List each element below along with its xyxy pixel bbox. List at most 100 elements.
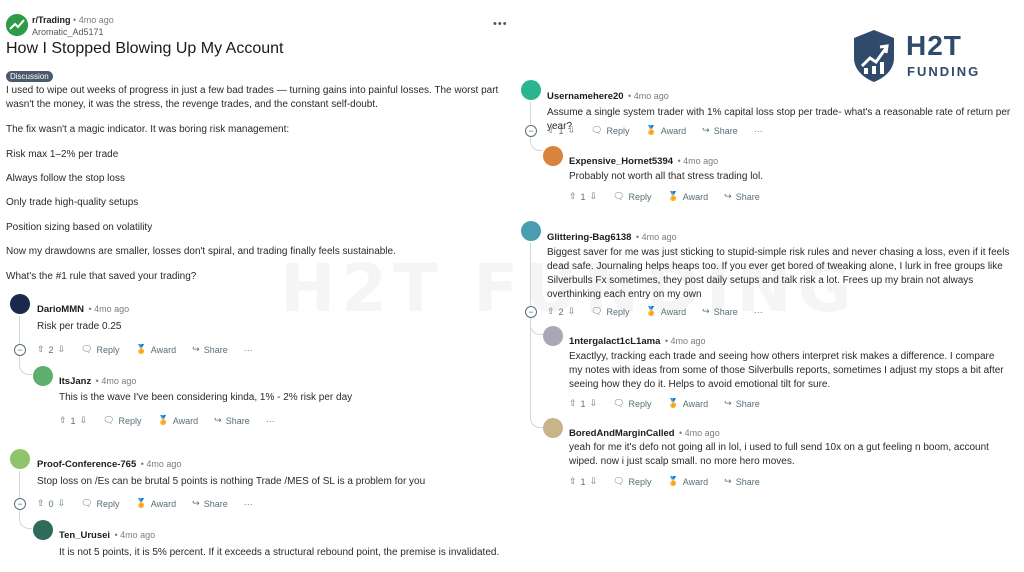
downvote-icon[interactable]: ⇩ [590,191,598,202]
vote-count: 2 [48,344,54,355]
comment-time: 4mo ago [684,428,720,438]
award-button[interactable]: 🏅 Award [136,344,177,355]
comment-author[interactable]: ItsJanz [59,376,91,387]
upvote-icon[interactable]: ⇧ [59,415,67,426]
upvote-icon[interactable]: ⇧ [37,344,45,355]
reply-button[interactable]: 🗨 Reply [591,306,629,317]
reply-button[interactable]: 🗨 Reply [81,498,119,509]
avatar[interactable] [543,146,563,166]
reply-button[interactable]: 🗨 Reply [103,415,141,426]
award-button[interactable]: 🏅 Award [646,125,687,136]
downvote-icon[interactable]: ⇩ [568,125,576,136]
post-author[interactable]: Aromatic_Ad5171 [32,27,104,37]
collapse-icon[interactable]: − [525,306,537,318]
share-button[interactable]: ↪ Share [192,498,228,509]
subreddit-name[interactable]: r/Trading [32,15,71,25]
share-icon: ↪ [192,498,200,508]
more-icon[interactable]: ••• [493,18,508,30]
comment-time: 4mo ago [641,232,677,242]
flair-badge[interactable]: Discussion [6,71,53,82]
comment-time: 4mo ago [683,156,719,166]
more-icon[interactable]: ··· [244,499,253,509]
downvote-icon[interactable]: ⇩ [58,344,66,355]
upvote-icon[interactable]: ⇧ [37,498,45,509]
post-paragraph: The fix wasn't a magic indicator. It was… [6,124,290,135]
downvote-icon[interactable]: ⇩ [568,306,576,317]
award-button[interactable]: 🏅 Award [668,191,709,202]
avatar[interactable] [33,520,53,540]
award-button[interactable]: 🏅 Award [668,398,709,409]
comment-author[interactable]: BoredAndMarginCalled [569,428,675,439]
avatar[interactable] [543,326,563,346]
more-icon[interactable]: ··· [266,416,275,426]
reply-button[interactable]: 🗨 Reply [81,344,119,355]
more-icon[interactable]: ··· [244,345,253,355]
reply-icon: 🗨 [81,498,93,508]
comment-time: 4mo ago [633,91,669,101]
award-button[interactable]: 🏅 Award [668,476,709,487]
avatar[interactable] [10,294,30,314]
reply-button[interactable]: 🗨 Reply [613,398,651,409]
comment-author[interactable]: Ten_Urusei [59,530,110,541]
avatar[interactable] [33,366,53,386]
avatar[interactable] [521,221,541,241]
upvote-icon[interactable]: ⇧ [547,306,555,317]
comment-author[interactable]: Usernamehere20 [547,91,624,102]
award-icon: 🏅 [645,306,657,316]
vote-group: ⇧ 2 ⇩ [37,344,65,355]
comment-author[interactable]: Proof-Conference-765 [37,459,136,470]
comment-author[interactable]: 1ntergalact1cL1ama [569,336,660,347]
comment-time: 4mo ago [120,530,156,540]
upvote-icon[interactable]: ⇧ [569,476,577,487]
share-icon: ↪ [724,191,732,201]
comment-author[interactable]: Glittering-Bag6138 [547,232,631,243]
share-button[interactable]: ↪ Share [702,125,738,136]
vote-count: 1 [580,398,586,409]
award-button[interactable]: 🏅 Award [136,498,177,509]
share-button[interactable]: ↪ Share [702,306,738,317]
comment-actions: ⇧ 1 ⇩ 🗨 Reply 🏅 Award ↪ Share [569,476,776,487]
downvote-icon[interactable]: ⇩ [80,415,88,426]
avatar[interactable] [521,80,541,100]
share-button[interactable]: ↪ Share [724,191,760,202]
downvote-icon[interactable]: ⇩ [590,398,598,409]
share-button[interactable]: ↪ Share [214,415,250,426]
avatar[interactable] [10,449,30,469]
award-icon: 🏅 [135,498,147,508]
comment-author[interactable]: DarioMMN [37,304,84,315]
upvote-icon[interactable]: ⇧ [569,191,577,202]
downvote-icon[interactable]: ⇩ [58,498,66,509]
share-button[interactable]: ↪ Share [724,476,760,487]
more-icon[interactable]: ··· [754,307,763,317]
comment-actions: ⇧ 1 ⇩ 🗨 Reply 🏅 Award ↪ Share [569,191,776,202]
reply-button[interactable]: 🗨 Reply [613,476,651,487]
share-button[interactable]: ↪ Share [192,344,228,355]
subreddit-avatar[interactable] [6,14,28,36]
upvote-icon[interactable]: ⇧ [569,398,577,409]
comment-text: Exactlyy, tracking each trade and seeing… [569,351,1004,390]
collapse-icon[interactable]: − [525,125,537,137]
comment-text: It is not 5 points, it is 5% percent. If… [59,547,500,558]
brand-subtitle: FUNDING [907,64,981,79]
reply-button[interactable]: 🗨 Reply [613,191,651,202]
more-icon[interactable]: ··· [754,126,763,136]
award-button[interactable]: 🏅 Award [158,415,199,426]
avatar[interactable] [543,418,563,438]
award-button[interactable]: 🏅 Award [646,306,687,317]
comment-actions: ⇧ 2 ⇩ 🗨 Reply 🏅 Award ↪ Share ··· [37,344,269,355]
reply-button[interactable]: 🗨 Reply [591,125,629,136]
award-icon: 🏅 [667,398,679,408]
comment-author[interactable]: Expensive_Hornet5394 [569,156,673,167]
collapse-icon[interactable]: − [14,344,26,356]
collapse-icon[interactable]: − [14,498,26,510]
comment-actions: ⇧ 1 ⇩ 🗨 Reply 🏅 Award ↪ Share ··· [59,415,291,426]
post-paragraph: I used to wipe out weeks of progress in … [6,85,499,110]
upvote-icon[interactable]: ⇧ [547,125,555,136]
share-button[interactable]: ↪ Share [724,398,760,409]
shield-icon [854,30,894,82]
vote-group: ⇧ 2 ⇩ [547,306,575,317]
vote-group: ⇧ 1 ⇩ [569,191,597,202]
downvote-icon[interactable]: ⇩ [590,476,598,487]
comment-text: Stop loss on /Es can be brutal 5 points … [37,476,426,487]
post-paragraph: Always follow the stop loss [6,173,125,184]
